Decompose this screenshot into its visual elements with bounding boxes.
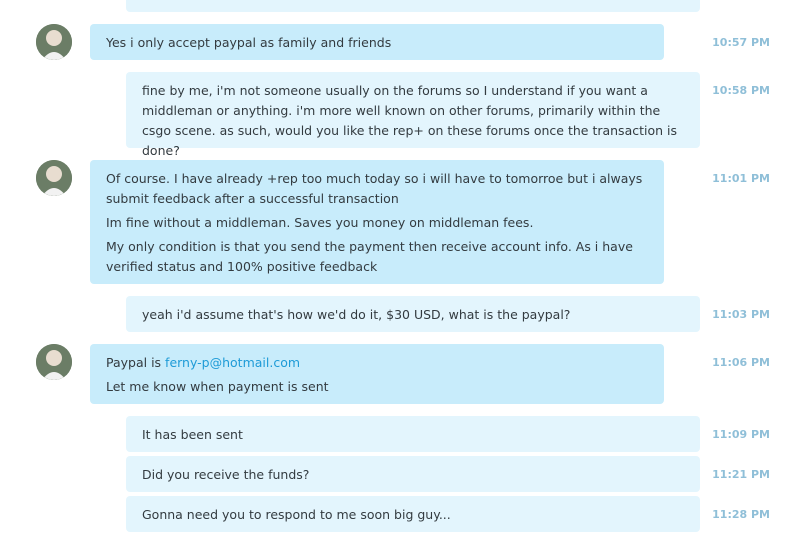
user-avatar-icon — [36, 24, 72, 60]
message-text: Im fine without a middleman. Saves you m… — [106, 215, 534, 230]
timestamp: 10:58 PM — [712, 84, 770, 97]
message-text: Of course. I have already +rep too much … — [106, 171, 643, 206]
message-text: My only condition is that you send the p… — [106, 239, 633, 274]
avatar[interactable] — [36, 160, 72, 196]
message-text: yeah i'd assume that's how we'd do it, $… — [142, 307, 571, 322]
timestamp: 11:03 PM — [712, 308, 770, 321]
message-bubble-partial — [126, 0, 700, 12]
email-link[interactable]: ferny-p@hotmail.com — [165, 355, 300, 370]
message-bubble[interactable]: fine by me, i'm not someone usually on t… — [126, 72, 700, 158]
timestamp: 11:28 PM — [712, 508, 770, 521]
message-text: It has been sent — [142, 427, 243, 442]
message-bubble[interactable]: It has been sent — [126, 416, 700, 452]
user-avatar-icon — [36, 160, 72, 196]
message-bubble[interactable]: Gonna need you to respond to me soon big… — [126, 496, 700, 532]
message-bubble[interactable]: Did you receive the funds? — [126, 456, 700, 492]
message-text-prefix: Paypal is — [106, 355, 166, 370]
message-text: Gonna need you to respond to me soon big… — [142, 507, 451, 522]
timestamp: 11:09 PM — [712, 428, 770, 441]
user-avatar-icon — [36, 344, 72, 380]
timestamp: 10:57 PM — [712, 36, 770, 49]
timestamp: 11:21 PM — [712, 468, 770, 481]
message-bubble[interactable]: Paypal is ferny-p@hotmail.com Let me kno… — [90, 344, 664, 404]
timestamp: 11:06 PM — [712, 356, 770, 369]
message-text: Paypal is ferny-p@hotmail.com — [106, 353, 648, 373]
avatar[interactable] — [36, 344, 72, 380]
avatar[interactable] — [36, 24, 72, 60]
timestamp: 11:01 PM — [712, 172, 770, 185]
message-bubble[interactable]: Yes i only accept paypal as family and f… — [90, 24, 664, 60]
message-text: fine by me, i'm not someone usually on t… — [142, 83, 678, 158]
message-text: Let me know when payment is sent — [106, 379, 329, 394]
message-bubble[interactable]: Of course. I have already +rep too much … — [90, 160, 664, 284]
message-bubble[interactable]: yeah i'd assume that's how we'd do it, $… — [126, 296, 700, 332]
message-text: Yes i only accept paypal as family and f… — [106, 35, 392, 50]
message-text: Did you receive the funds? — [142, 467, 310, 482]
